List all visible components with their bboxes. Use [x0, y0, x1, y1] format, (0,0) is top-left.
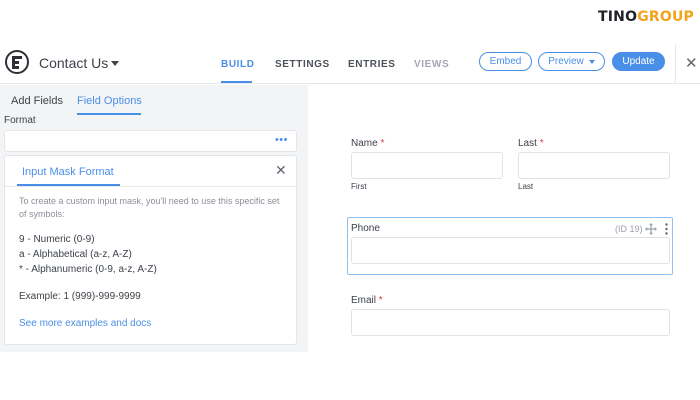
- phone-input[interactable]: [351, 237, 670, 264]
- tab-build[interactable]: BUILD: [221, 59, 255, 70]
- mask-symbol-numeric: 9 - Numeric (0-9): [19, 234, 95, 245]
- tab-field-options[interactable]: Field Options: [77, 95, 142, 107]
- more-options-icon[interactable]: •••: [275, 134, 288, 146]
- tab-views[interactable]: VIEWS: [414, 59, 449, 70]
- preview-label: Preview: [548, 56, 584, 67]
- tab-settings[interactable]: SETTINGS: [275, 59, 330, 70]
- tab-add-fields[interactable]: Add Fields: [11, 95, 63, 107]
- last-label-text: Last: [518, 138, 537, 149]
- docs-link[interactable]: See more examples and docs: [19, 318, 151, 329]
- mask-symbol-alphanumeric: * - Alphanumeric (0-9, a-z, A-Z): [19, 264, 157, 275]
- first-name-input[interactable]: [351, 152, 503, 179]
- email-label: Email *: [351, 295, 383, 306]
- tab-entries[interactable]: ENTRIES: [348, 59, 396, 70]
- brand-logo: TINOGROUP: [598, 9, 694, 25]
- last-label: Last *: [518, 138, 544, 149]
- builder-header: Contact Us BUILD SETTINGS ENTRIES VIEWS …: [0, 44, 700, 84]
- phone-label: Phone: [351, 223, 380, 234]
- mask-symbol-alpha: a - Alphabetical (a-z, A-Z): [19, 249, 132, 260]
- tab-build-underline: [221, 81, 252, 83]
- tab-field-options-underline: [77, 113, 141, 115]
- sidebar: Add Fields Field Options Format ••• Inpu…: [0, 85, 308, 352]
- close-icon[interactable]: ✕: [275, 162, 287, 179]
- embed-label: Embed: [489, 56, 522, 67]
- email-label-text: Email: [351, 295, 377, 306]
- required-mark: *: [378, 295, 383, 306]
- mask-example: Example: 1 (999)-999-9999: [19, 291, 141, 302]
- brand-text-2: GROUP: [637, 9, 694, 25]
- header-divider: [675, 44, 676, 84]
- embed-button[interactable]: Embed: [479, 52, 532, 71]
- divider: [5, 186, 296, 187]
- form-title[interactable]: Contact Us: [39, 55, 108, 71]
- input-mask-description: To create a custom input mask, you'll ne…: [19, 196, 280, 219]
- input-mask-title[interactable]: Input Mask Format: [22, 166, 114, 178]
- close-icon[interactable]: ✕: [685, 54, 698, 72]
- move-icon[interactable]: [645, 223, 657, 235]
- last-sublabel: Last: [518, 182, 534, 191]
- formidable-logo-icon[interactable]: [5, 50, 29, 74]
- format-label: Format: [4, 115, 36, 126]
- preview-button[interactable]: Preview: [538, 52, 605, 71]
- input-mask-panel: Input Mask Format ✕ To create a custom i…: [4, 155, 297, 345]
- required-mark: *: [539, 138, 544, 149]
- brand-text-1: TINO: [598, 9, 638, 25]
- name-label-text: Name: [351, 138, 378, 149]
- phone-field-id: (ID 19): [615, 224, 643, 234]
- chevron-down-icon[interactable]: [111, 61, 119, 66]
- format-input[interactable]: •••: [4, 130, 297, 152]
- email-input[interactable]: [351, 309, 670, 336]
- last-name-input[interactable]: [518, 152, 670, 179]
- required-mark: *: [380, 138, 385, 149]
- chevron-down-icon: [588, 59, 595, 64]
- name-label: Name *: [351, 138, 384, 149]
- update-label: Update: [622, 56, 655, 67]
- first-sublabel: First: [351, 182, 367, 191]
- more-vertical-icon[interactable]: [665, 223, 668, 235]
- update-button[interactable]: Update: [612, 52, 665, 71]
